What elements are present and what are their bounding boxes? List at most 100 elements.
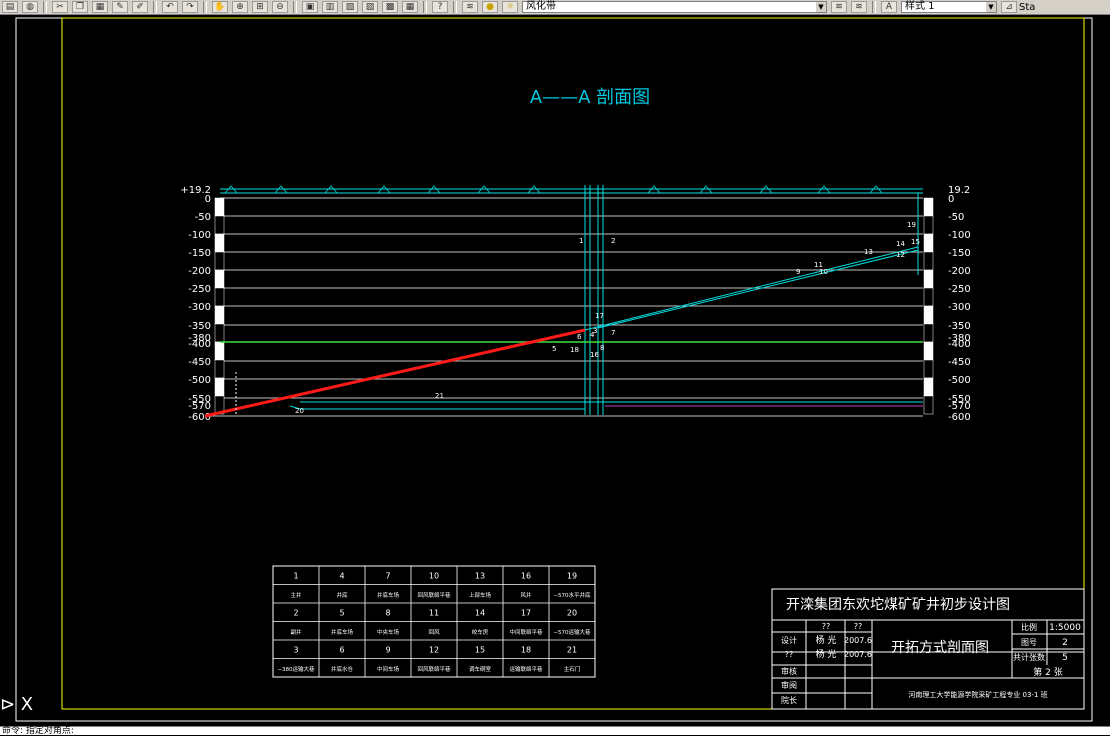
legend-description: 运输联络平巷 (509, 665, 543, 673)
legend-description: 中间车场 (377, 665, 400, 673)
calculator-icon[interactable]: ▦ (402, 1, 418, 13)
elevation-lines (205, 197, 923, 417)
elevation-label-left: -200 (188, 266, 211, 277)
total-sheets-value: 5 (1062, 653, 1068, 663)
sheet-index: 第 2 张 (1033, 666, 1062, 678)
legend-description: 绞车房 (472, 628, 489, 636)
tool-palette-icon[interactable]: ▧ (342, 1, 358, 13)
point-label: 1 (579, 237, 583, 245)
legend-description: 井底 (336, 591, 348, 599)
elevation-label-right: -200 (948, 266, 971, 277)
scale-bar-left (214, 197, 225, 415)
section-title: A——A 剖面图 (530, 87, 650, 108)
elevation-label-right: -100 (948, 230, 971, 241)
point-label: 16 (590, 351, 599, 359)
level-570-crosscut (289, 405, 585, 410)
design-name: 杨 光 (816, 634, 837, 646)
legend-number: 11 (429, 608, 439, 617)
point-label: 10 (819, 268, 828, 276)
inclined-drift-cyan-upper (584, 246, 919, 331)
undo-icon[interactable]: ↶ (162, 1, 178, 13)
toolbar-separator (453, 1, 457, 13)
ucs-icon: ⊳ X (0, 694, 34, 715)
style-select[interactable]: 样式 1 ▼ (901, 1, 997, 13)
design-label: 设计 (781, 635, 797, 645)
scale-bar-segment (923, 323, 934, 343)
legend-number: 17 (521, 608, 531, 617)
toolbar-separator (423, 1, 427, 13)
sheet-no-value: 2 (1062, 638, 1068, 648)
pan-icon[interactable]: ✋ (212, 1, 228, 13)
copy-icon[interactable]: ❐ (72, 1, 88, 13)
legend-table: 1 4 7 10 13 16 19主井 井底 井底车场 回风联络平巷 上部车场 风井 −570水平井底2… (272, 565, 596, 678)
brush-icon[interactable]: ✐ (132, 1, 148, 13)
legend-number: 3 (293, 645, 298, 654)
elevation-label-left: -250 (188, 284, 211, 295)
scale-bar-segment (214, 341, 225, 361)
scale-bar-segment (923, 395, 934, 415)
dim-style-icon[interactable]: ⊿ (1001, 1, 1017, 13)
drawing-canvas[interactable]: A——A 剖面图 +19.20-50-100-150-200-250-300-3… (0, 15, 1110, 725)
layer-name: 风化带 (526, 1, 556, 12)
legend-description: 主石门 (564, 665, 581, 673)
point-label: 13 (864, 248, 873, 256)
markup-icon[interactable]: ▩ (382, 1, 398, 13)
toolbar-separator (203, 1, 207, 13)
layer-manager-icon[interactable]: ≋ (462, 1, 478, 13)
layer-select[interactable]: 风化带 ▼ (522, 1, 827, 13)
legend-number: 16 (521, 571, 531, 580)
zoom-previous-icon[interactable]: ⊖ (272, 1, 288, 13)
point-label: 12 (896, 251, 905, 259)
globe-icon[interactable]: ◍ (22, 1, 38, 13)
legend-description: −380运输大巷 (277, 665, 315, 673)
scale-value: 1:5000 (1049, 623, 1081, 633)
institution: 河南理工大学能源学院采矿工程专业 03-1 班 (908, 690, 1047, 699)
scale-bar-segment (214, 359, 225, 379)
legend-number: 15 (475, 645, 485, 654)
match-properties-icon[interactable]: ✎ (112, 1, 128, 13)
elevation-label-right: -400 (948, 339, 971, 350)
help-icon[interactable]: ? (432, 1, 448, 13)
style-name: 样式 1 (905, 1, 935, 12)
scale-bar-segment (214, 215, 225, 235)
text-style-icon[interactable]: A (881, 1, 897, 13)
elevation-labels-right: 19.20-50-100-150-200-250-300-350-380-400… (948, 185, 971, 423)
scale-bar-segment (923, 251, 934, 271)
redo-icon[interactable]: ↷ (182, 1, 198, 13)
toolbar-separator (153, 1, 157, 13)
elevation-label-right: 0 (948, 194, 954, 205)
point-label: 21 (435, 392, 444, 400)
zoom-window-icon[interactable]: ⊞ (252, 1, 268, 13)
point-label: 15 (911, 238, 920, 246)
make-current-icon[interactable]: ≋ (831, 1, 847, 13)
layer-on-icon[interactable]: ● (482, 1, 498, 13)
elevation-label-left: -350 (188, 321, 211, 332)
legend-number: 13 (475, 571, 485, 580)
chevron-down-icon[interactable]: ▼ (816, 2, 826, 12)
sheet-set-icon[interactable]: ▨ (362, 1, 378, 13)
point-label: 5 (552, 345, 556, 353)
approve-label: 审阅 (781, 680, 797, 690)
elevation-label-right: -250 (948, 284, 971, 295)
chevron-down-icon[interactable]: ▼ (986, 2, 996, 12)
cut-icon[interactable]: ✂ (52, 1, 68, 13)
layer-freeze-icon[interactable]: ☼ (502, 1, 518, 13)
scale-bar-segment (214, 197, 225, 217)
point-label: 14 (896, 240, 905, 248)
check-name: 杨 光 (816, 648, 837, 660)
toolbar-separator (293, 1, 297, 13)
design-center-icon[interactable]: ▥ (322, 1, 338, 13)
scale-bar-segment (214, 377, 225, 397)
scale-label: 比例 (1021, 622, 1037, 632)
scale-bar-segment (923, 233, 934, 253)
layer-previous-icon[interactable]: ≋ (851, 1, 867, 13)
command-line-text: 命令: 指定对角点: (2, 726, 74, 736)
open-icon[interactable]: ▤ (2, 1, 18, 13)
legend-description: 调车硐室 (469, 665, 492, 673)
paste-icon[interactable]: ▦ (92, 1, 108, 13)
legend-number: 6 (339, 645, 344, 654)
zoom-realtime-icon[interactable]: ⊕ (232, 1, 248, 13)
cad-toolbar: ▤ ◍ ✂ ❐ ▦ ✎ ✐ ↶ ↷ ✋ ⊕ ⊞ ⊖ ▣ ▥ ▧ ▨ ▩ ▦ ? … (0, 0, 1110, 15)
properties-icon[interactable]: ▣ (302, 1, 318, 13)
point-labels: 1 23456 789 1011121314 15161718192021 (295, 221, 920, 415)
